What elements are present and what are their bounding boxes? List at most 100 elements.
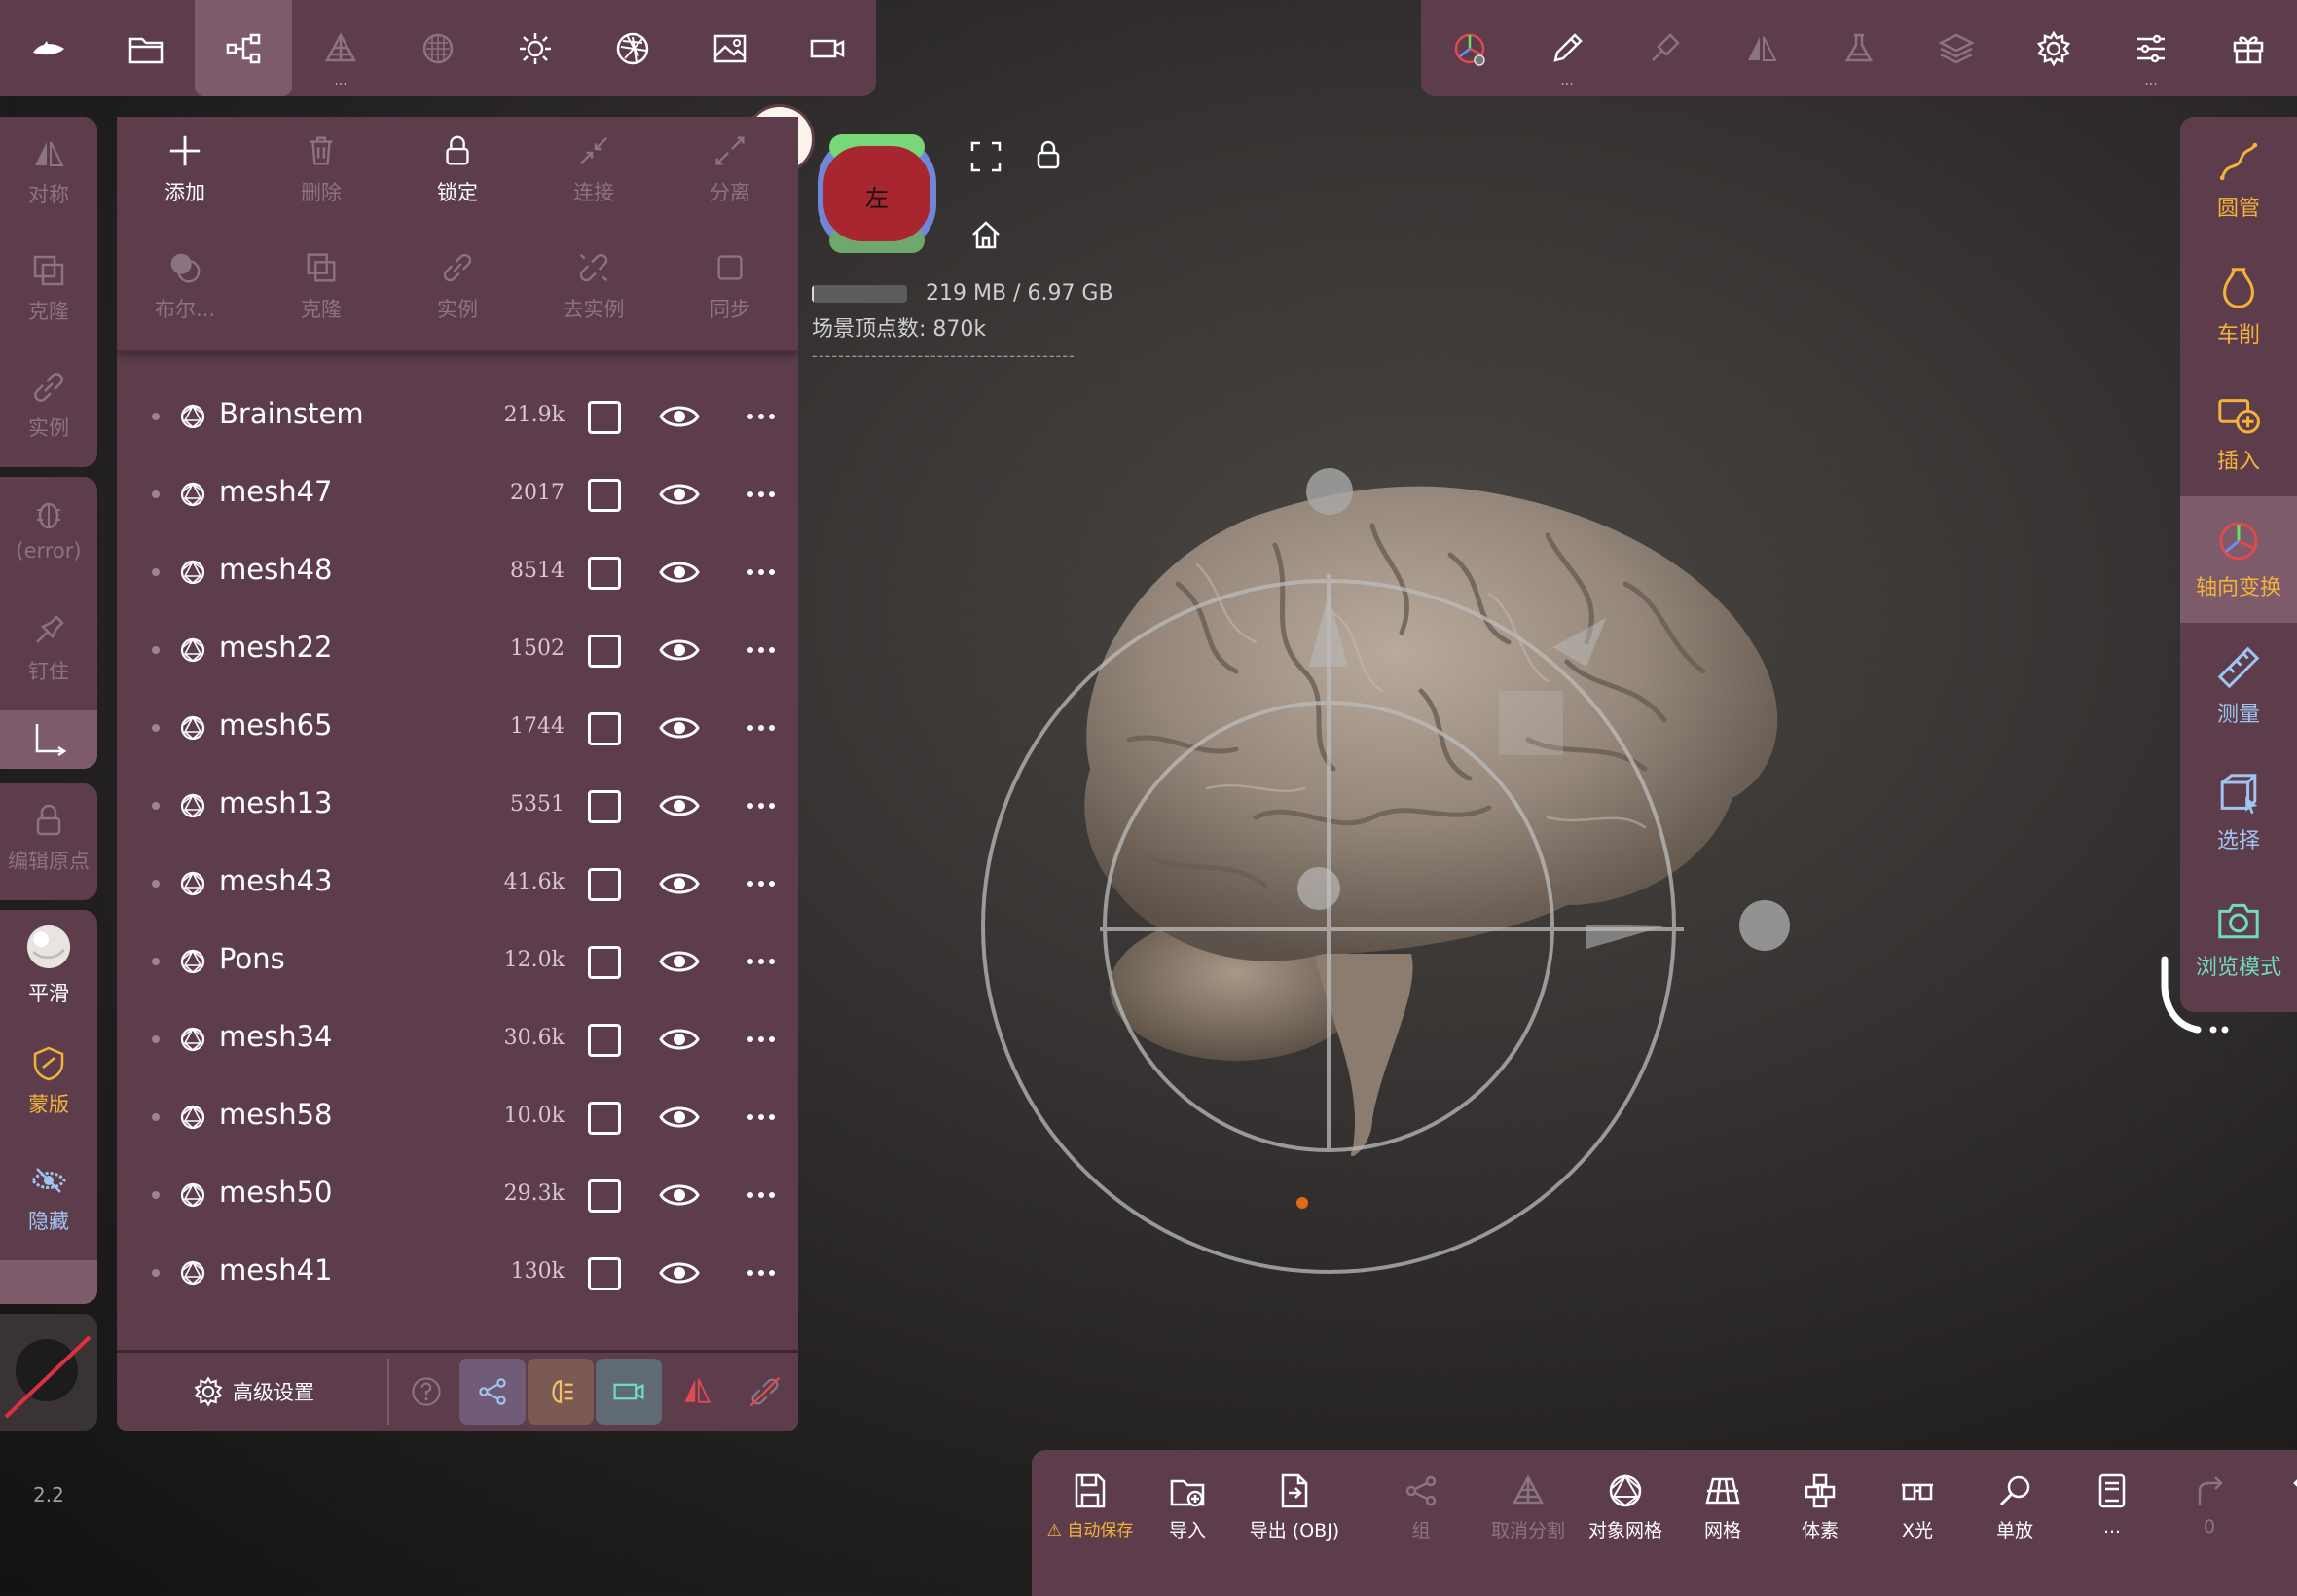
more-options-icon[interactable] bbox=[744, 1022, 779, 1057]
lighting-button[interactable] bbox=[487, 0, 584, 96]
mesh-name[interactable]: Pons bbox=[219, 942, 285, 975]
delete-button[interactable]: 删除 bbox=[253, 117, 389, 234]
visibility-eye-icon[interactable] bbox=[658, 477, 701, 512]
scene-row[interactable]: mesh65 1744 bbox=[117, 689, 798, 767]
show-tree-toggle[interactable] bbox=[459, 1359, 526, 1425]
scene-row[interactable]: mesh58 10.0k bbox=[117, 1078, 798, 1156]
more-options-icon[interactable] bbox=[744, 710, 779, 745]
visibility-eye-icon[interactable] bbox=[658, 555, 701, 590]
pin-tool[interactable]: 钉住 bbox=[0, 594, 97, 701]
flask-button[interactable] bbox=[1810, 0, 1908, 96]
select-checkbox[interactable] bbox=[588, 1102, 621, 1135]
visibility-eye-icon[interactable] bbox=[658, 1022, 701, 1057]
measure-tool[interactable]: 测量 bbox=[2180, 623, 2297, 749]
add-button[interactable]: 添加 bbox=[117, 117, 253, 234]
select-tool[interactable]: 选择 bbox=[2180, 749, 2297, 876]
more-options-icon[interactable] bbox=[744, 633, 779, 668]
toolbar-expand-handle[interactable] bbox=[2155, 956, 2233, 1034]
sliders-button[interactable]: ... bbox=[2102, 0, 2200, 96]
scene-row[interactable]: mesh22 1502 bbox=[117, 611, 798, 689]
more-button[interactable]: ... bbox=[2063, 1462, 2161, 1588]
scene-row[interactable]: mesh43 41.6k bbox=[117, 845, 798, 923]
scene-row[interactable]: Brainstem 21.9k bbox=[117, 378, 798, 455]
autosave-button[interactable]: ⚠ 自动保存 bbox=[1041, 1462, 1139, 1588]
more-options-icon[interactable] bbox=[744, 1178, 779, 1213]
select-checkbox[interactable] bbox=[588, 1257, 621, 1290]
scene-row[interactable]: mesh48 8514 bbox=[117, 533, 798, 611]
more-options-icon[interactable] bbox=[744, 477, 779, 512]
more-options-icon[interactable] bbox=[744, 1100, 779, 1135]
stamp-button[interactable] bbox=[1616, 0, 1713, 96]
tube-tool[interactable]: 圆管 bbox=[2180, 117, 2297, 243]
object-mesh-button[interactable]: 对象网格 bbox=[1577, 1462, 1674, 1588]
select-checkbox[interactable] bbox=[588, 635, 621, 668]
xray-button[interactable]: X光 bbox=[1869, 1462, 1966, 1588]
scene-row[interactable]: mesh41 130k bbox=[117, 1234, 798, 1312]
app-logo-button[interactable] bbox=[0, 0, 97, 96]
home-view-button[interactable] bbox=[969, 218, 1003, 251]
clone-action-button[interactable]: 克隆 bbox=[253, 234, 389, 350]
select-checkbox[interactable] bbox=[588, 868, 621, 901]
visibility-eye-icon[interactable] bbox=[658, 633, 701, 668]
deinstance-button[interactable]: 去实例 bbox=[526, 234, 662, 350]
solo-button[interactable]: 单放 bbox=[1966, 1462, 2063, 1588]
mesh-name[interactable]: mesh48 bbox=[219, 553, 332, 586]
lock-button[interactable]: 锁定 bbox=[389, 117, 526, 234]
brush-button[interactable]: ... bbox=[1518, 0, 1616, 96]
gizmo-settings-button[interactable] bbox=[1421, 0, 1518, 96]
group-button[interactable]: 组 bbox=[1372, 1462, 1470, 1588]
mesh-name[interactable]: mesh43 bbox=[219, 864, 332, 897]
mesh-button[interactable]: 网格 bbox=[1674, 1462, 1771, 1588]
select-checkbox[interactable] bbox=[588, 557, 621, 590]
mesh-name[interactable]: mesh41 bbox=[219, 1253, 332, 1287]
render-button[interactable] bbox=[584, 0, 681, 96]
mask-tool[interactable]: 蒙版 bbox=[0, 1027, 97, 1134]
gizmo-handle-top[interactable] bbox=[1306, 468, 1353, 515]
edit-origin-tool[interactable]: 编辑原点 bbox=[0, 783, 97, 890]
more-options-icon[interactable] bbox=[744, 866, 779, 901]
hide-tool[interactable]: 隐藏 bbox=[0, 1143, 97, 1251]
show-cameras-toggle[interactable] bbox=[596, 1359, 662, 1425]
image-button[interactable] bbox=[681, 0, 779, 96]
more-options-icon[interactable] bbox=[744, 399, 779, 434]
select-checkbox[interactable] bbox=[588, 479, 621, 512]
visibility-eye-icon[interactable] bbox=[658, 944, 701, 979]
clone-tool[interactable]: 克隆 bbox=[0, 234, 97, 341]
visibility-eye-icon[interactable] bbox=[658, 866, 701, 901]
visibility-eye-icon[interactable] bbox=[658, 1100, 701, 1135]
redo-button[interactable]: 0 bbox=[2161, 1462, 2258, 1588]
undo-button[interactable]: 1 bbox=[2258, 1462, 2297, 1588]
gizmo-center[interactable] bbox=[1297, 867, 1340, 910]
gizmo-handle-right[interactable] bbox=[1739, 900, 1790, 951]
visibility-eye-icon[interactable] bbox=[658, 710, 701, 745]
more-options-icon[interactable] bbox=[744, 788, 779, 823]
mesh-name[interactable]: mesh65 bbox=[219, 708, 332, 742]
help-button[interactable] bbox=[399, 1364, 454, 1419]
scene-row[interactable]: Pons 12.0k bbox=[117, 923, 798, 1000]
unlink-toggle[interactable] bbox=[732, 1359, 798, 1425]
axis-transform-tool[interactable]: 轴向变换 bbox=[2180, 496, 2297, 623]
select-checkbox[interactable] bbox=[588, 401, 621, 434]
mesh-name[interactable]: mesh47 bbox=[219, 475, 332, 508]
left-toolbar-active-tool[interactable] bbox=[0, 1260, 97, 1304]
lock-camera-button[interactable] bbox=[1032, 138, 1065, 171]
mesh-name[interactable]: mesh13 bbox=[219, 786, 332, 819]
scene-row[interactable]: mesh50 29.3k bbox=[117, 1156, 798, 1234]
select-checkbox[interactable] bbox=[588, 1024, 621, 1057]
scene-row[interactable]: mesh34 30.6k bbox=[117, 1000, 798, 1078]
mesh-name[interactable]: mesh50 bbox=[219, 1176, 332, 1209]
cancel-split-button[interactable]: 取消分割 bbox=[1470, 1462, 1586, 1588]
connect-button[interactable]: 连接 bbox=[526, 117, 662, 234]
advanced-settings-button[interactable]: 高级设置 bbox=[117, 1353, 389, 1431]
select-checkbox[interactable] bbox=[588, 1179, 621, 1213]
lathe-tool[interactable]: 车削 bbox=[2180, 243, 2297, 370]
separate-button[interactable]: 分离 bbox=[662, 117, 798, 234]
visibility-eye-icon[interactable] bbox=[658, 399, 701, 434]
material-button[interactable] bbox=[389, 0, 487, 96]
visibility-eye-icon[interactable] bbox=[658, 788, 701, 823]
settings-button[interactable] bbox=[2005, 0, 2102, 96]
visibility-eye-icon[interactable] bbox=[658, 1178, 701, 1213]
symmetry-toggle[interactable] bbox=[664, 1359, 730, 1425]
view-cube[interactable]: 左 bbox=[816, 132, 938, 255]
voxel-button[interactable]: 体素 bbox=[1771, 1462, 1869, 1588]
